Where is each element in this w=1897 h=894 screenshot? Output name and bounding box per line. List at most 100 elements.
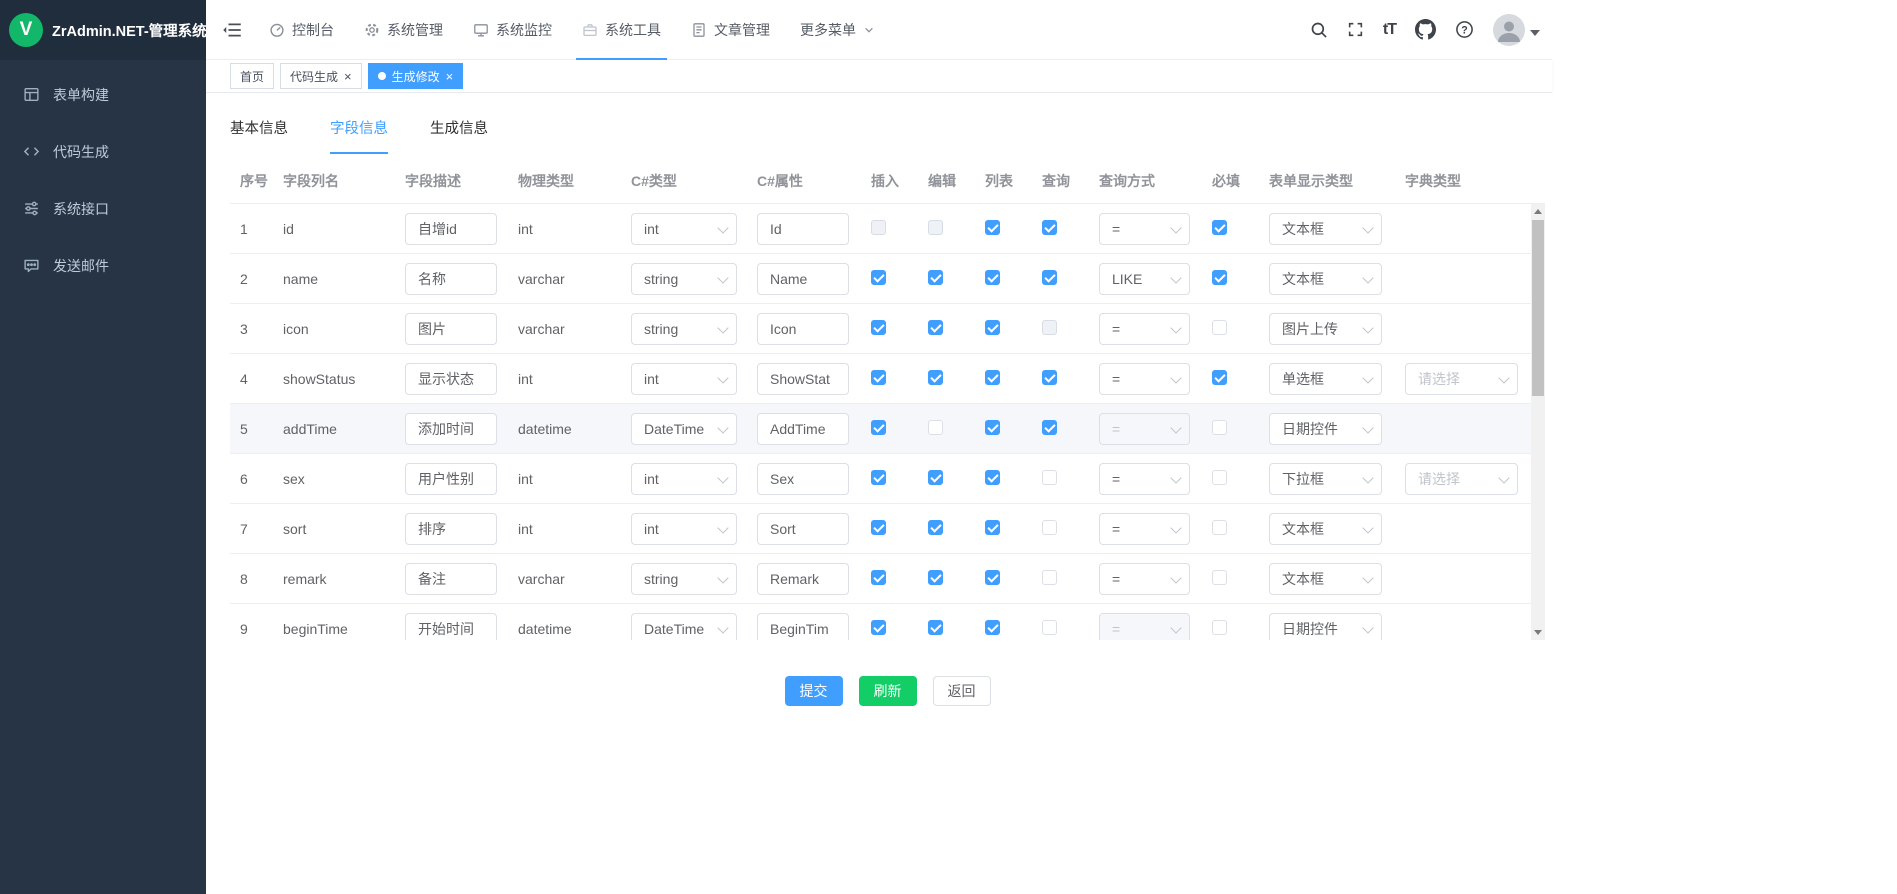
sidebar-item-send-mail[interactable]: 发送邮件	[0, 237, 206, 294]
required-checkbox[interactable]	[1212, 370, 1227, 385]
required-checkbox[interactable]	[1212, 470, 1227, 485]
required-checkbox[interactable]	[1212, 620, 1227, 635]
edit-checkbox[interactable]	[928, 470, 943, 485]
required-checkbox[interactable]	[1212, 320, 1227, 335]
query-mode-select[interactable]: =	[1099, 513, 1190, 545]
required-checkbox[interactable]	[1212, 270, 1227, 285]
cs-type-select[interactable]: string	[631, 313, 737, 345]
cs-type-select[interactable]: int	[631, 363, 737, 395]
edit-checkbox[interactable]	[928, 570, 943, 585]
scroll-up-button[interactable]	[1531, 204, 1545, 218]
sidebar-item-system-api[interactable]: 系统接口	[0, 180, 206, 237]
font-size-icon[interactable]: tT	[1383, 21, 1396, 39]
fullscreen-icon[interactable]	[1347, 21, 1364, 38]
nav-item-more-menu[interactable]: 更多菜单	[785, 0, 890, 60]
insert-checkbox[interactable]	[871, 570, 886, 585]
cs-type-select[interactable]: int	[631, 513, 737, 545]
field-desc-input[interactable]	[405, 363, 497, 395]
edit-checkbox[interactable]	[928, 620, 943, 635]
nav-item-dashboard[interactable]: 控制台	[254, 0, 349, 60]
cs-type-select[interactable]: string	[631, 563, 737, 595]
scrollbar-thumb[interactable]	[1532, 220, 1544, 396]
back-button[interactable]: 返回	[933, 676, 991, 706]
scroll-down-button[interactable]	[1531, 626, 1545, 640]
list-checkbox[interactable]	[985, 570, 1000, 585]
cs-type-select[interactable]: int	[631, 463, 737, 495]
field-desc-input[interactable]	[405, 263, 497, 295]
query-mode-select[interactable]: =	[1099, 313, 1190, 345]
list-checkbox[interactable]	[985, 470, 1000, 485]
help-icon[interactable]: ?	[1455, 20, 1474, 39]
nav-item-system-manage[interactable]: 系统管理	[349, 0, 458, 60]
cs-prop-input[interactable]	[757, 263, 849, 295]
insert-checkbox[interactable]	[871, 420, 886, 435]
required-checkbox[interactable]	[1212, 520, 1227, 535]
display-type-select[interactable]: 日期控件	[1269, 413, 1382, 445]
submit-button[interactable]: 提交	[785, 676, 843, 706]
query-checkbox[interactable]	[1042, 220, 1057, 235]
edit-checkbox[interactable]	[928, 320, 943, 335]
close-icon[interactable]: ×	[446, 70, 454, 83]
display-type-select[interactable]: 单选框	[1269, 363, 1382, 395]
insert-checkbox[interactable]	[871, 220, 886, 235]
query-checkbox[interactable]	[1042, 520, 1057, 535]
list-checkbox[interactable]	[985, 420, 1000, 435]
tab-basic-info[interactable]: 基本信息	[230, 117, 288, 154]
query-mode-select[interactable]: =	[1099, 613, 1190, 641]
nav-item-article-manage[interactable]: 文章管理	[676, 0, 785, 60]
insert-checkbox[interactable]	[871, 270, 886, 285]
field-desc-input[interactable]	[405, 613, 497, 641]
list-checkbox[interactable]	[985, 220, 1000, 235]
cs-prop-input[interactable]	[757, 313, 849, 345]
query-mode-select[interactable]: =	[1099, 463, 1190, 495]
query-checkbox[interactable]	[1042, 320, 1057, 335]
query-checkbox[interactable]	[1042, 470, 1057, 485]
cs-prop-input[interactable]	[757, 363, 849, 395]
query-checkbox[interactable]	[1042, 570, 1057, 585]
close-icon[interactable]: ×	[344, 70, 352, 83]
query-checkbox[interactable]	[1042, 370, 1057, 385]
query-mode-select[interactable]: =	[1099, 563, 1190, 595]
display-type-select[interactable]: 日期控件	[1269, 613, 1382, 641]
required-checkbox[interactable]	[1212, 220, 1227, 235]
field-desc-input[interactable]	[405, 563, 497, 595]
dict-type-select[interactable]: 请选择	[1405, 463, 1518, 495]
sidebar-item-code-gen[interactable]: 代码生成	[0, 123, 206, 180]
tab-gen-info[interactable]: 生成信息	[430, 117, 488, 154]
cs-prop-input[interactable]	[757, 413, 849, 445]
display-type-select[interactable]: 文本框	[1269, 213, 1382, 245]
insert-checkbox[interactable]	[871, 320, 886, 335]
cs-type-select[interactable]: DateTime	[631, 413, 737, 445]
tag-home[interactable]: 首页	[230, 63, 274, 89]
dict-type-select[interactable]: 请选择	[1405, 363, 1518, 395]
sidebar-item-form-builder[interactable]: 表单构建	[0, 66, 206, 123]
cs-type-select[interactable]: DateTime	[631, 613, 737, 641]
required-checkbox[interactable]	[1212, 570, 1227, 585]
cs-prop-input[interactable]	[757, 613, 849, 641]
cs-prop-input[interactable]	[757, 463, 849, 495]
field-desc-input[interactable]	[405, 513, 497, 545]
insert-checkbox[interactable]	[871, 470, 886, 485]
app-logo[interactable]: V ZrAdmin.NET-管理系统	[0, 0, 206, 60]
tag-code-gen[interactable]: 代码生成 ×	[280, 63, 362, 89]
edit-checkbox[interactable]	[928, 270, 943, 285]
display-type-select[interactable]: 文本框	[1269, 513, 1382, 545]
cs-prop-input[interactable]	[757, 563, 849, 595]
field-desc-input[interactable]	[405, 213, 497, 245]
display-type-select[interactable]: 图片上传	[1269, 313, 1382, 345]
table-scrollbar[interactable]	[1531, 204, 1545, 640]
cs-type-select[interactable]: string	[631, 263, 737, 295]
refresh-button[interactable]: 刷新	[859, 676, 917, 706]
nav-item-system-monitor[interactable]: 系统监控	[458, 0, 567, 60]
insert-checkbox[interactable]	[871, 370, 886, 385]
display-type-select[interactable]: 文本框	[1269, 263, 1382, 295]
edit-checkbox[interactable]	[928, 370, 943, 385]
field-desc-input[interactable]	[405, 413, 497, 445]
list-checkbox[interactable]	[985, 270, 1000, 285]
query-checkbox[interactable]	[1042, 620, 1057, 635]
query-mode-select[interactable]: LIKE	[1099, 263, 1190, 295]
sidebar-fold-button[interactable]	[206, 20, 254, 40]
user-avatar-menu[interactable]	[1493, 14, 1540, 46]
list-checkbox[interactable]	[985, 620, 1000, 635]
display-type-select[interactable]: 文本框	[1269, 563, 1382, 595]
